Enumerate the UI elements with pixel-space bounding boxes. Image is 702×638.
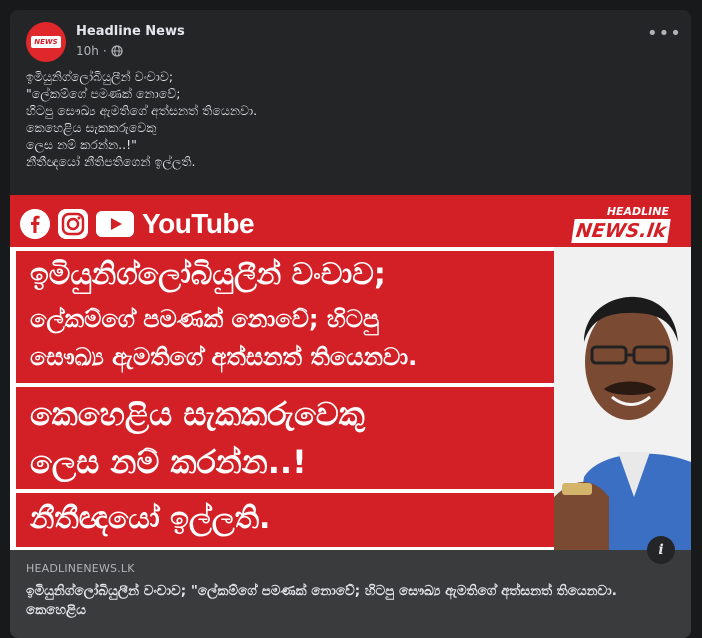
headline-line: සෞඛ්‍ය ඇමතිගේ අත්සනත් තියෙනවා. bbox=[30, 343, 418, 371]
post-caption: ඉමියුනිග්ලෝබියුලීන් වංචාව; "ලේකම්ගේ පමණක… bbox=[26, 68, 676, 170]
globe-icon bbox=[111, 45, 123, 57]
caption-line: නීතීඥයෝ නීතිපතිගෙන් ඉල්ලති. bbox=[26, 154, 196, 169]
post-header: NEWS Headline News 10h · ••• bbox=[26, 22, 681, 66]
page-avatar[interactable]: NEWS bbox=[26, 22, 66, 62]
caption-line: ලෙස නම් කරන්න..!" bbox=[26, 137, 137, 152]
headline-line: ලේකම්ගේ පමණක් නොවේ; හිටපු bbox=[30, 305, 380, 333]
youtube-play-icon bbox=[96, 211, 134, 237]
page-name[interactable]: Headline News bbox=[76, 24, 185, 39]
social-icons: YouTube bbox=[20, 207, 255, 241]
link-domain: HEADLINENEWS.LK bbox=[26, 562, 135, 575]
portrait-photo bbox=[554, 247, 691, 550]
link-preview[interactable]: i HEADLINENEWS.LK ඉමියුනිග්ලෝබියුලීන් වං… bbox=[10, 536, 691, 638]
post-meta: 10h · bbox=[76, 44, 123, 58]
link-title[interactable]: ඉමියුනිග්ලෝබියුලීන් වංචාව; "ලේකම්ගේ පමණක… bbox=[26, 582, 676, 620]
caption-line: ඉමියුනිග්ලෝබියුලීන් වංචාව; bbox=[26, 69, 174, 84]
post-card: NEWS Headline News 10h · ••• ඉමියුනිග්ලෝ… bbox=[10, 10, 691, 638]
portrait-illustration bbox=[554, 247, 691, 550]
headline-line: ඉමියුනිග්ලෝබියුලීන් වංචාව; bbox=[30, 257, 386, 292]
instagram-icon bbox=[58, 209, 88, 239]
post-time[interactable]: 10h bbox=[76, 44, 99, 58]
headline-divider bbox=[16, 383, 556, 387]
brand-main-text: NEWS.lk bbox=[571, 219, 671, 243]
more-horizontal-icon[interactable]: ••• bbox=[647, 25, 681, 48]
info-icon[interactable]: i bbox=[647, 536, 675, 564]
avatar-logo: NEWS bbox=[31, 36, 61, 48]
headline-panel: ඉමියුනිග්ලෝබියුලීන් වංචාව; ලේකම්ගේ පමණක්… bbox=[16, 251, 556, 547]
caption-line: කෙහෙළිය සැකකරුවෙකු bbox=[26, 120, 157, 135]
brand-top-text: HEADLINE bbox=[606, 205, 669, 218]
caption-line: "ලේකම්ගේ පමණක් නොවේ; bbox=[26, 86, 181, 101]
facebook-icon bbox=[20, 209, 50, 239]
headline-line: කෙහෙළිය සැකකරුවෙකු bbox=[30, 395, 365, 433]
post-image[interactable]: YouTube HEADLINE NEWS.lk ඉමියුනිග්ලෝබියු… bbox=[10, 195, 691, 550]
caption-line: හිටපු සෞඛ්‍ය ඇමතිගේ අත්සනත් තියෙනවා. bbox=[26, 103, 258, 118]
headline-divider bbox=[16, 489, 556, 493]
youtube-label: YouTube bbox=[142, 208, 255, 239]
headline-line: ලෙස නම් කරන්න..! bbox=[30, 443, 307, 481]
headline-line: නීතීඥයෝ ඉල්ලති. bbox=[30, 501, 271, 536]
